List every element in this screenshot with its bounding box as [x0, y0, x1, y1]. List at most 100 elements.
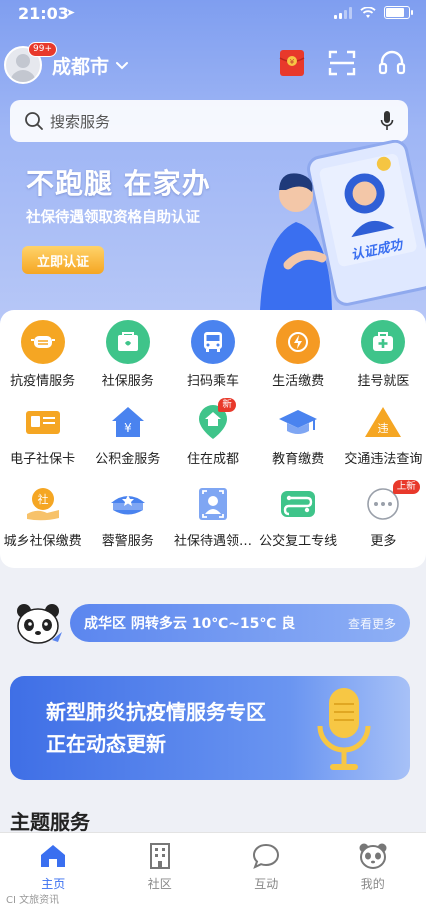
bus-icon: [190, 320, 235, 364]
svg-text:¥: ¥: [290, 58, 295, 66]
service-label: 挂号就医: [357, 374, 410, 389]
service-label: 社保待遇领…: [173, 534, 252, 549]
service-item[interactable]: 社城乡社保缴费: [0, 484, 85, 556]
svg-text:社: 社: [37, 492, 48, 506]
verify-now-button[interactable]: 立即认证: [22, 246, 104, 274]
city-name: 成都市: [52, 56, 110, 78]
service-label: 电子社保卡: [10, 452, 76, 467]
service-item[interactable]: ¥ 公积金服务: [85, 402, 170, 474]
service-label: 城乡社保缴费: [3, 534, 82, 549]
id-card-icon: [21, 402, 65, 442]
building-icon: [145, 841, 175, 871]
service-item[interactable]: 挂号就医: [341, 320, 426, 392]
service-label: 住在成都: [186, 452, 239, 467]
home-icon: [38, 841, 68, 871]
epidemic-banner-subtitle: 正在动态更新: [46, 732, 166, 756]
lightning-icon: [276, 320, 321, 364]
chevron-down-icon: [116, 62, 129, 70]
service-label: 公积金服务: [95, 452, 161, 467]
wifi-icon: [360, 6, 376, 18]
watermark: CI 文旅资讯: [6, 895, 60, 906]
service-label: 教育缴费: [272, 452, 325, 467]
traffic-warning-icon: 违: [361, 402, 405, 442]
search-placeholder: 搜索服务: [50, 112, 111, 131]
panda-face-icon: [358, 841, 388, 871]
battery-icon: [384, 6, 413, 19]
service-label: 交通违法查询: [344, 452, 423, 467]
status-bar: 21:03 ➤: [0, 0, 426, 28]
nav-label: 互动: [254, 877, 279, 891]
mask-icon: [20, 320, 65, 364]
service-label: 蓉警服务: [101, 534, 154, 549]
weather-pill[interactable]: 成华区 阴转多云 10℃~15℃ 良 查看更多: [70, 604, 410, 642]
social-security-icon: [105, 320, 150, 364]
nav-label: 社区: [147, 877, 172, 891]
epidemic-banner-title: 新型肺炎抗疫情服务专区: [46, 700, 266, 724]
search-bar[interactable]: 搜索服务: [10, 100, 408, 142]
service-item[interactable]: 扫码乘车: [170, 320, 255, 392]
red-packet-button[interactable]: ¥: [278, 49, 306, 77]
housing-fund-icon: ¥: [106, 402, 150, 442]
status-time: 21:03: [18, 4, 69, 23]
service-label: 抗疫情服务: [10, 374, 76, 389]
nav-label: 我的: [360, 877, 385, 891]
service-item[interactable]: 社保服务: [85, 320, 170, 392]
service-label: 更多: [370, 534, 397, 549]
face-verify-icon: [191, 484, 235, 524]
nav-label: 主页: [41, 877, 66, 891]
microphone-icon[interactable]: [380, 110, 394, 132]
weather-more-link[interactable]: 查看更多: [348, 615, 396, 632]
service-item[interactable]: 蓉警服务: [85, 484, 170, 556]
search-icon: [25, 112, 43, 130]
service-item[interactable]: 更多 上新: [341, 480, 426, 556]
headset-icon: [378, 50, 406, 75]
city-selector[interactable]: 成都市: [52, 52, 129, 79]
bus-route-icon: [276, 484, 320, 524]
service-item[interactable]: 住在成都 新: [170, 398, 255, 474]
epidemic-service-banner[interactable]: 新型肺炎抗疫情服务专区 正在动态更新: [10, 676, 410, 780]
new-badge: 上新: [392, 480, 420, 494]
service-item[interactable]: 抗疫情服务: [0, 320, 85, 392]
service-label: 社保服务: [101, 374, 154, 389]
new-badge: 新: [218, 398, 236, 412]
location-arrow-icon: ➤: [66, 6, 76, 19]
svg-text:违: 违: [378, 422, 389, 435]
nav-item-community[interactable]: 社区: [107, 833, 214, 910]
service-item[interactable]: 社保待遇领…: [170, 484, 255, 556]
nav-item-profile[interactable]: 我的: [320, 833, 426, 910]
red-packet-icon: ¥: [279, 50, 305, 76]
medical-kit-icon: [361, 320, 406, 364]
top-bar: 99+ 成都市 ¥: [0, 40, 426, 88]
service-item[interactable]: 电子社保卡: [0, 402, 85, 474]
status-indicators: [334, 6, 413, 19]
banner-title: 不跑腿 在家办: [26, 167, 211, 200]
service-label: 扫码乘车: [186, 374, 239, 389]
customer-service-button[interactable]: [378, 49, 406, 77]
service-item[interactable]: 生活缴费: [256, 320, 341, 392]
panda-mascot-icon: [17, 604, 62, 644]
battery-level: [386, 8, 404, 17]
service-item[interactable]: 违交通违法查询: [341, 402, 426, 474]
verification-illustration: 认证成功: [260, 140, 426, 310]
services-panel: 抗疫情服务 社保服务 扫码乘车 生活缴费 挂号就医电子社保卡 ¥ 公积金服务 住在成都 新教育缴…: [0, 310, 426, 568]
scan-icon: [328, 50, 356, 76]
scan-button[interactable]: [328, 49, 356, 77]
coin-hand-icon: 社: [21, 484, 65, 524]
section-title: 主题服务: [10, 810, 90, 834]
service-item[interactable]: 公交复工专线: [256, 484, 341, 556]
microphone-illustration: [317, 688, 371, 770]
svg-text:¥: ¥: [124, 421, 132, 435]
police-cap-icon: [106, 484, 150, 524]
weather-widget[interactable]: 成华区 阴转多云 10℃~15℃ 良 查看更多: [14, 600, 412, 648]
cellular-signal-icon: [334, 6, 352, 19]
weather-summary: 成华区 阴转多云 10℃~15℃ 良: [84, 616, 296, 632]
bottom-navigation: 主页 社区 互动 我的: [0, 832, 426, 910]
promo-banner[interactable]: 不跑腿 在家办 社保待遇领取资格自助认证 立即认证 认证成功: [0, 140, 426, 313]
service-label: 公交复工专线: [259, 534, 338, 549]
service-label: 生活缴费: [272, 374, 325, 389]
banner-subtitle: 社保待遇领取资格自助认证: [26, 210, 200, 226]
graduation-cap-icon: [276, 402, 320, 442]
service-item[interactable]: 教育缴费: [256, 402, 341, 474]
services-grid: 抗疫情服务 社保服务 扫码乘车 生活缴费 挂号就医电子社保卡 ¥ 公积金服务 住在成都 新教育缴…: [0, 320, 426, 556]
nav-item-interact[interactable]: 互动: [213, 833, 320, 910]
